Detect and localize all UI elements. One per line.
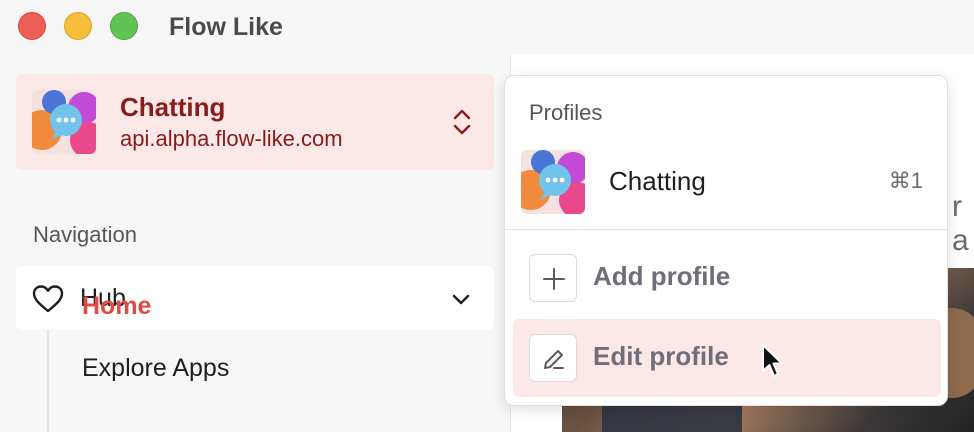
add-profile-button[interactable]: Add profile	[513, 239, 941, 317]
profile-avatar	[521, 150, 585, 214]
main-heading-fragment: r a	[952, 190, 969, 257]
profile-menu-item[interactable]: Chatting ⌘1	[505, 146, 947, 222]
nav-item-home[interactable]: Home	[82, 292, 151, 321]
profile-menu-item-name: Chatting	[609, 166, 706, 196]
plus-icon	[529, 254, 577, 302]
close-window-button[interactable]	[18, 12, 46, 40]
mouse-pointer-icon	[762, 344, 783, 377]
sidebar: Chatting api.alpha.flow-like.com Navigat…	[0, 54, 511, 432]
heart-icon	[32, 285, 64, 313]
minimize-window-button[interactable]	[64, 12, 92, 40]
edit-profile-button[interactable]: Edit profile	[513, 319, 941, 397]
chevron-down-icon	[452, 294, 470, 305]
profile-server-url: api.alpha.flow-like.com	[120, 126, 343, 151]
navigation-section-label: Navigation	[33, 222, 137, 247]
profile-avatar	[32, 90, 96, 154]
window-title: Flow Like	[169, 13, 283, 41]
chevron-up-down-icon	[453, 109, 471, 135]
edit-profile-label: Edit profile	[593, 341, 729, 371]
pencil-icon	[529, 334, 577, 382]
nav-item-explore-apps[interactable]: Explore Apps	[82, 354, 229, 383]
maximize-window-button[interactable]	[110, 12, 138, 40]
profile-switcher[interactable]: Chatting api.alpha.flow-like.com	[16, 74, 494, 170]
menu-divider	[505, 229, 947, 230]
profile-name: Chatting	[120, 92, 226, 122]
window-titlebar: Flow Like	[0, 0, 974, 54]
nav-tree-line	[47, 330, 49, 432]
profiles-dropdown-menu: Profiles Chatting ⌘1 Add profile Edit pr…	[504, 75, 948, 406]
add-profile-label: Add profile	[593, 261, 731, 291]
keyboard-shortcut: ⌘1	[888, 168, 923, 193]
dropdown-heading: Profiles	[529, 100, 603, 125]
